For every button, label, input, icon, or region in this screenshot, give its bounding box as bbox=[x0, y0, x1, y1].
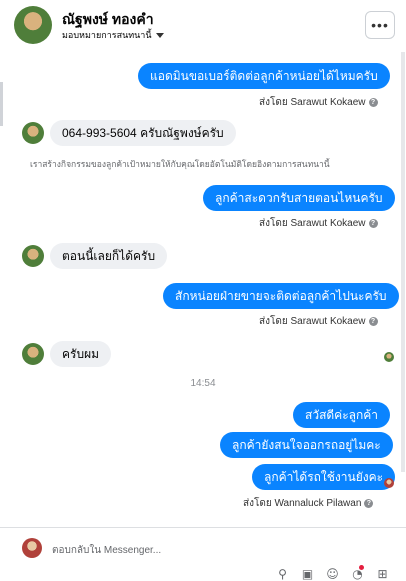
composer-divider bbox=[0, 527, 406, 528]
help-icon[interactable]: ? bbox=[364, 499, 374, 508]
timestamp: 14:54 bbox=[190, 378, 216, 389]
caret-down-icon bbox=[155, 32, 164, 38]
conversation-header: ณัฐพงษ์ ทองคำ มอบหมายการสนทนานี้ ••• bbox=[0, 0, 406, 50]
more-options-button[interactable]: ••• bbox=[365, 11, 395, 39]
outgoing-message: ลูกค้ายังสนใจออกรถอยู่ไมคะ bbox=[220, 432, 393, 458]
left-scroll-rail bbox=[0, 82, 3, 126]
contact-avatar-small bbox=[22, 343, 44, 365]
contact-avatar[interactable] bbox=[14, 6, 52, 44]
outgoing-message: แอดมินขอเบอร์ติดต่อลูกค้าหน่อยได้ไหมครับ bbox=[138, 63, 390, 89]
system-note: เราสร้างกิจกรรมของลูกค้าเป้าหมายให้กับคุ… bbox=[30, 159, 330, 169]
outgoing-message: ลูกค้าสะดวกรับสายตอนไหนครับ bbox=[203, 185, 395, 211]
outgoing-message: สวัสดีค่ะลูกค้า bbox=[293, 402, 391, 428]
grid-icon[interactable]: ⊞ bbox=[376, 568, 389, 581]
assign-conversation-dropdown[interactable]: มอบหมายการสนทนานี้ bbox=[62, 28, 164, 42]
seen-avatar bbox=[384, 478, 394, 488]
sent-by-label: ส่งโดย Sarawut Kokaew ? bbox=[259, 216, 378, 231]
image-icon[interactable]: ▣ bbox=[301, 568, 314, 581]
assign-conversation-label: มอบหมายการสนทนานี้ bbox=[62, 30, 152, 40]
notification-dot bbox=[359, 565, 364, 570]
incoming-message: ตอนนี้เลยก็ได้ครับ bbox=[50, 243, 168, 269]
sent-by-text: ส่งโดย Sarawut Kokaew bbox=[259, 316, 366, 327]
contact-avatar-small bbox=[22, 122, 44, 144]
composer-toolbar: ⚲ ▣ ☺ ◔ ⊞ bbox=[276, 565, 389, 581]
contact-avatar-small bbox=[22, 245, 44, 267]
help-icon[interactable]: ? bbox=[368, 219, 378, 228]
sent-by-text: ส่งโดย Sarawut Kokaew bbox=[259, 218, 366, 229]
sticker-icon[interactable]: ◔ bbox=[351, 565, 364, 581]
help-icon[interactable]: ? bbox=[368, 98, 378, 107]
emoji-icon[interactable]: ☺ bbox=[326, 568, 339, 581]
more-icon: ••• bbox=[371, 17, 389, 33]
sent-by-text: ส่งโดย Sarawut Kokaew bbox=[259, 97, 366, 108]
outgoing-message: สักหน่อยฝ่ายขายจะติดต่อลูกค้าไปนะครับ bbox=[163, 283, 399, 309]
sent-by-label: ส่งโดย Sarawut Kokaew ? bbox=[259, 314, 378, 329]
help-icon[interactable]: ? bbox=[368, 317, 378, 326]
incoming-message: ครับผม bbox=[50, 341, 112, 367]
sent-by-text: ส่งโดย Wannaluck Pilawan bbox=[243, 498, 362, 509]
seen-avatar bbox=[384, 352, 394, 362]
sent-by-label: ส่งโดย Wannaluck Pilawan ? bbox=[243, 496, 374, 511]
outgoing-message: ลูกค้าได้รถใช้งานยังคะ bbox=[252, 464, 396, 490]
scrollbar[interactable] bbox=[401, 52, 405, 472]
sent-by-label: ส่งโดย Sarawut Kokaew ? bbox=[259, 95, 378, 110]
reply-input[interactable] bbox=[52, 540, 382, 560]
agent-avatar bbox=[22, 538, 42, 558]
paperclip-icon[interactable]: ⚲ bbox=[276, 568, 289, 581]
incoming-message: 064-993-5604 ครับณัฐพงษ์ครับ bbox=[50, 120, 236, 146]
